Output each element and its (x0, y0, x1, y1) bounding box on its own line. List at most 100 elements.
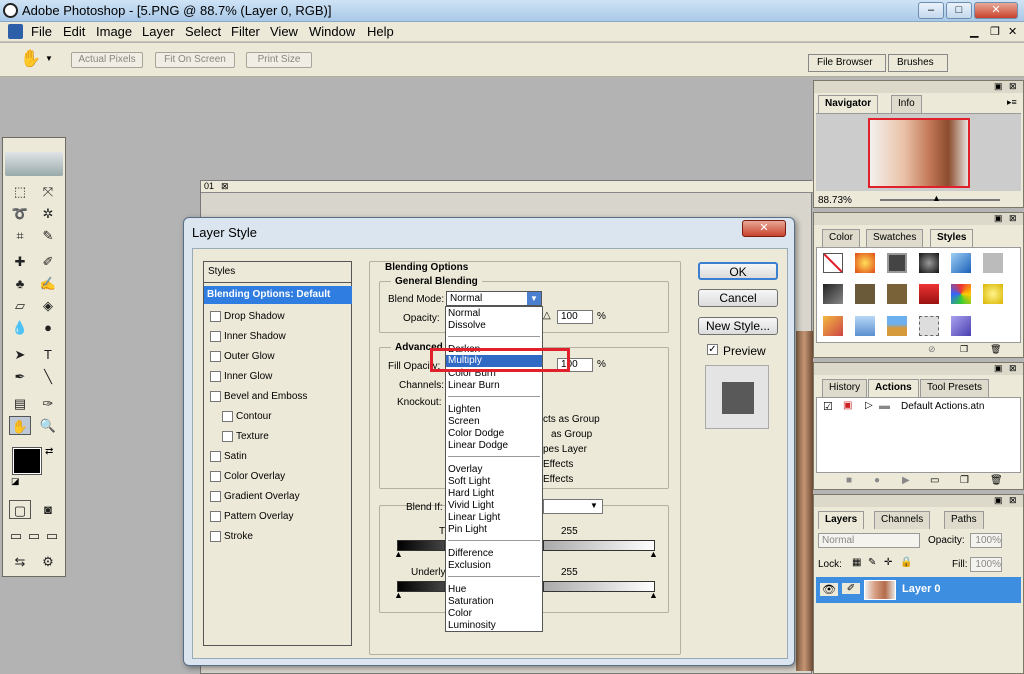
doc-restore-icon[interactable]: ❐ (990, 25, 1000, 38)
satin-checkbox[interactable] (210, 451, 221, 462)
tab-styles[interactable]: Styles (930, 229, 974, 247)
tab-history[interactable]: History (822, 379, 868, 397)
blend-option-pin-light[interactable]: Pin Light (448, 524, 487, 536)
blend-option-dissolve[interactable]: Dissolve (448, 320, 486, 332)
quick-mask-icon[interactable]: ◙ (37, 500, 59, 519)
underlying-gradient[interactable] (397, 581, 445, 592)
style-contour[interactable]: Contour (204, 408, 352, 426)
pen-tool-icon[interactable]: ✒ (9, 367, 31, 386)
actual-pixels-button[interactable]: Actual Pixels (71, 52, 143, 68)
blend-if-arrow-icon[interactable]: ▼ (590, 501, 598, 510)
underlying-white-slider-icon[interactable]: ▲ (649, 590, 658, 600)
style-swatch[interactable] (919, 284, 939, 304)
healing-brush-icon[interactable]: ✚ (9, 252, 31, 271)
navigator-slider-thumb-icon[interactable]: ▲ (932, 193, 941, 203)
underlying-gradient-end[interactable] (543, 581, 655, 592)
tab-tool-presets[interactable]: Tool Presets (920, 379, 990, 397)
blend-option-difference[interactable]: Difference (448, 548, 493, 560)
menu-filter[interactable]: Filter (231, 24, 260, 39)
tab-layers[interactable]: Layers (818, 511, 865, 529)
blend-option-linear-dodge[interactable]: Linear Dodge (448, 440, 508, 452)
layer-fill-field[interactable]: 100% (970, 557, 1002, 572)
style-texture[interactable]: Texture (204, 428, 352, 446)
styles-header[interactable]: Styles (204, 262, 351, 283)
ok-button[interactable]: OK (698, 262, 778, 280)
fit-on-screen-button[interactable]: Fit On Screen (155, 52, 235, 68)
opacity-field[interactable]: 100 (557, 310, 593, 324)
clear-style-icon[interactable]: ⊘ (928, 344, 936, 355)
blend-option-color-dodge[interactable]: Color Dodge (448, 428, 504, 440)
style-gradient-overlay[interactable]: Gradient Overlay (204, 488, 352, 506)
tool-preset-arrow-icon[interactable]: ▼ (45, 54, 53, 63)
clone-stamp-icon[interactable]: ♣ (9, 274, 31, 293)
panel-minimize-icon[interactable]: ▣ (994, 495, 1003, 506)
default-colors-icon[interactable]: ◪ (11, 476, 20, 487)
contour-checkbox[interactable] (222, 411, 233, 422)
blend-interior-option[interactable]: cts as Group (543, 414, 600, 425)
paint-bucket-icon[interactable]: ◈ (37, 296, 59, 315)
menu-file[interactable]: File (31, 24, 52, 39)
lock-position-icon[interactable]: ✛ (884, 557, 892, 568)
close-button[interactable]: ✕ (974, 2, 1018, 19)
layer-name[interactable]: Layer 0 (902, 583, 941, 595)
tab-info[interactable]: Info (891, 95, 922, 113)
style-bevel-emboss[interactable]: Bevel and Emboss (204, 388, 352, 406)
underlying-black-slider-icon[interactable]: ▲ (394, 590, 403, 600)
minimize-button[interactable]: – (918, 2, 944, 19)
lock-image-icon[interactable]: ✎ (868, 557, 876, 568)
style-drop-shadow[interactable]: Drop Shadow (204, 308, 352, 326)
doc-close-icon[interactable]: ✕ (1008, 25, 1017, 38)
style-pattern-overlay[interactable]: Pattern Overlay (204, 508, 352, 526)
lock-transparency-icon[interactable]: ▦ (852, 557, 861, 568)
eyedropper-tool-icon[interactable]: ✑ (37, 394, 59, 413)
navigator-view-box[interactable] (868, 118, 970, 188)
inner-shadow-checkbox[interactable] (210, 331, 221, 342)
blend-option-hard-light[interactable]: Hard Light (448, 488, 494, 500)
panel-minimize-icon[interactable]: ▣ (994, 363, 1003, 374)
tab-color[interactable]: Color (822, 229, 860, 247)
opacity-slider-icon[interactable]: △ (543, 310, 551, 321)
menu-image[interactable]: Image (96, 24, 132, 39)
style-swatch[interactable] (951, 316, 971, 336)
adobe-logo[interactable] (5, 152, 63, 176)
blend-option-screen[interactable]: Screen (448, 416, 480, 428)
panel-close-icon[interactable]: ⊠ (1009, 213, 1017, 224)
layer-blend-mode-select[interactable]: Normal (818, 533, 920, 548)
stroke-checkbox[interactable] (210, 531, 221, 542)
play-icon[interactable]: ▶ (902, 475, 910, 486)
style-swatch[interactable] (855, 316, 875, 336)
blend-option-vivid-light[interactable]: Vivid Light (448, 500, 494, 512)
menu-edit[interactable]: Edit (63, 24, 85, 39)
blend-if-select[interactable]: ▼ (543, 499, 603, 514)
document-close-icon[interactable]: ⊠ (221, 181, 229, 192)
imageready-icon[interactable]: ⚙ (37, 552, 59, 571)
new-set-icon[interactable]: ▭ (930, 475, 939, 486)
delete-action-icon[interactable]: 🗑 (990, 475, 1003, 486)
blend-option-saturation[interactable]: Saturation (448, 596, 494, 608)
layer-visibility-eye-icon[interactable]: 👁 (820, 583, 838, 596)
style-swatch[interactable] (919, 316, 939, 336)
screen-mode-full-menu-icon[interactable]: ▭ (25, 526, 43, 545)
style-swatch[interactable] (887, 284, 907, 304)
doc-minimize-icon[interactable]: ▁ (970, 25, 978, 38)
pattern-overlay-checkbox[interactable] (210, 511, 221, 522)
slice-tool-icon[interactable]: ✎ (37, 226, 59, 245)
blend-mode-select[interactable]: Normal ▼ (446, 291, 542, 306)
style-outer-glow[interactable]: Outer Glow (204, 348, 352, 366)
blend-option-linear-burn[interactable]: Linear Burn (448, 380, 500, 392)
style-swatch[interactable] (983, 284, 1003, 304)
style-swatch[interactable] (983, 253, 1003, 273)
menu-window[interactable]: Window (309, 24, 355, 39)
tab-brushes[interactable]: Brushes (888, 54, 948, 72)
menu-help[interactable]: Help (367, 24, 394, 39)
drop-shadow-checkbox[interactable] (210, 311, 221, 322)
layer-row[interactable]: 👁 ✐ Layer 0 (816, 577, 1021, 603)
blend-option-exclusion[interactable]: Exclusion (448, 560, 491, 572)
blend-option-soft-light[interactable]: Soft Light (448, 476, 490, 488)
standard-mode-icon[interactable]: ▢ (9, 500, 31, 519)
delete-style-icon[interactable]: 🗑 (990, 344, 1001, 355)
cancel-button[interactable]: Cancel (698, 289, 778, 307)
this-layer-white-slider-icon[interactable]: ▲ (649, 549, 658, 559)
tab-navigator[interactable]: Navigator (818, 95, 879, 113)
preview-checkbox[interactable]: ✓ (707, 344, 718, 355)
